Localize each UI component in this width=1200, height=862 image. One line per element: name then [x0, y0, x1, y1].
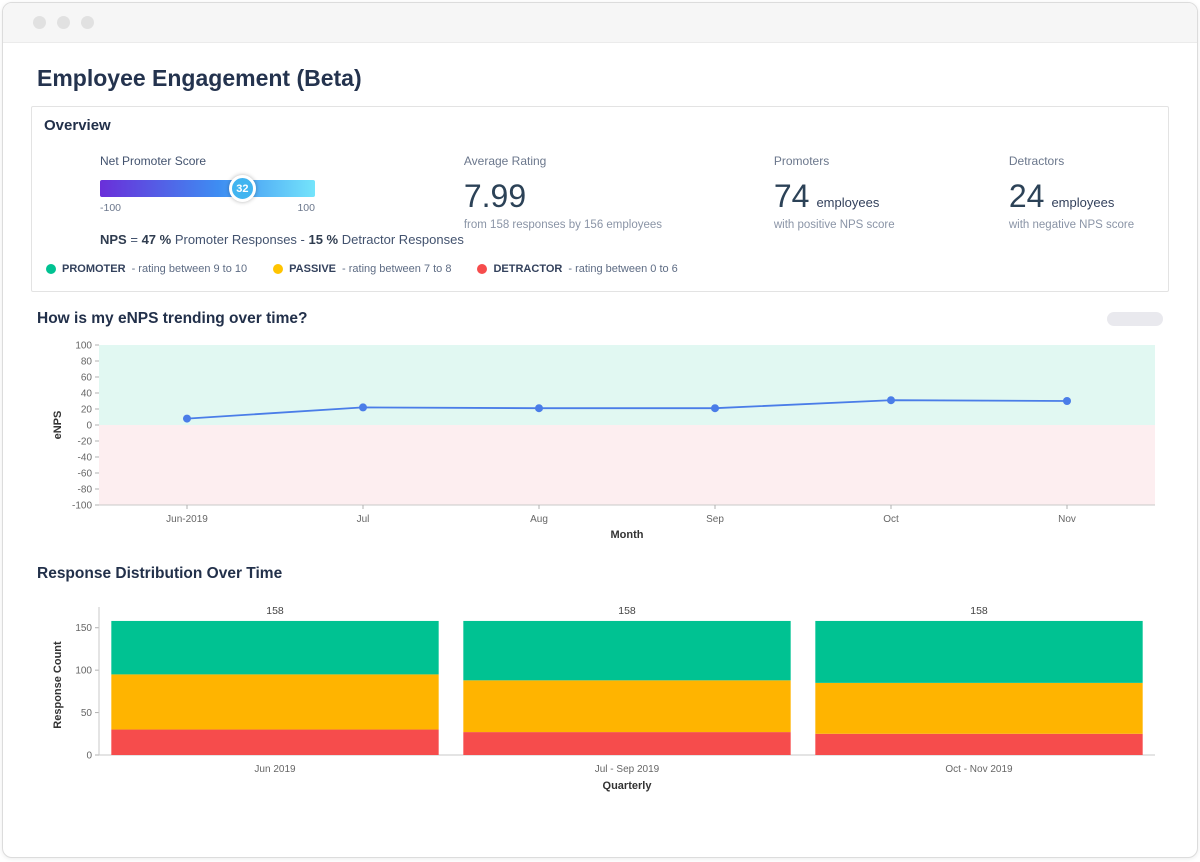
- dashboard-page: Employee Engagement (Beta) Overview Net …: [3, 43, 1197, 808]
- legend-item-detractor: DETRACTOR - rating between 0 to 6: [477, 263, 678, 275]
- svg-text:eNPS: eNPS: [52, 411, 64, 440]
- svg-text:100: 100: [75, 341, 92, 352]
- average-rating-sub: from 158 responses by 156 employees: [463, 219, 663, 231]
- svg-text:158: 158: [618, 605, 636, 617]
- detractors-stat: Detractors 24 employees with negative NP…: [1009, 154, 1156, 247]
- promoter-dot-icon: [46, 264, 56, 274]
- svg-text:60: 60: [81, 373, 93, 384]
- detractors-label: Detractors: [1008, 154, 1065, 168]
- passive-dot-icon: [273, 264, 284, 274]
- trend-section-title: How is my eNPS trending over time?: [37, 310, 308, 327]
- detractors-sub: with negative NPS score: [1008, 219, 1135, 231]
- nps-scale-max: 100: [297, 202, 315, 214]
- nps-gradient-bar: 32: [100, 175, 315, 202]
- window-control-icon[interactable]: [81, 16, 94, 29]
- overview-panel: Overview Net Promoter Score 32 -100 100 …: [31, 106, 1169, 292]
- svg-text:100: 100: [75, 666, 92, 677]
- svg-text:150: 150: [75, 623, 92, 634]
- window-control-icon[interactable]: [57, 16, 70, 29]
- svg-text:Aug: Aug: [530, 514, 548, 525]
- detractor-dot-icon: [477, 264, 488, 274]
- promoters-value: 74: [773, 178, 810, 214]
- page-title: Employee Engagement (Beta): [37, 65, 362, 91]
- window-control-icon[interactable]: [33, 16, 46, 29]
- nps-scale: -100 100: [100, 202, 315, 214]
- detractors-value-row: 24 employees: [1009, 180, 1156, 212]
- legend-item-promoter: PROMOTER - rating between 9 to 10: [46, 263, 247, 275]
- nps-label: Net Promoter Score: [100, 154, 207, 168]
- svg-text:158: 158: [970, 605, 988, 617]
- promoters-unit: employees: [816, 195, 880, 210]
- svg-text:Jul: Jul: [357, 514, 370, 525]
- promoters-value-row: 74 employees: [774, 180, 1009, 212]
- trend-period-button[interactable]: [1107, 312, 1163, 326]
- detractors-unit: employees: [1051, 195, 1115, 210]
- legend-item-passive: PASSIVE - rating between 7 to 8: [273, 263, 451, 275]
- svg-text:Oct: Oct: [883, 514, 899, 525]
- average-rating-value: 7.99: [463, 178, 527, 214]
- promoters-sub: with positive NPS score: [773, 219, 895, 231]
- svg-text:-100: -100: [72, 501, 92, 512]
- svg-text:Sep: Sep: [706, 514, 724, 525]
- svg-text:Month: Month: [611, 529, 644, 541]
- promoters-stat: Promoters 74 employees with positive NPS…: [774, 154, 1009, 247]
- svg-text:-80: -80: [78, 485, 93, 496]
- enps-trend-line-chart[interactable]: 100 80 60 40 20 0 -20 -40 -60 -80 -100 Jun-2019 Jul A…: [49, 340, 1169, 547]
- svg-text:40: 40: [81, 389, 93, 400]
- svg-text:Quarterly: Quarterly: [603, 780, 653, 792]
- overview-stats-row: Net Promoter Score 32 -100 100 NPS = 47 …: [100, 154, 1156, 247]
- nps-scale-min: -100: [100, 202, 122, 214]
- average-rating-stat: Average Rating 7.99 from 158 responses b…: [464, 154, 774, 247]
- nps-score-value: 32: [236, 182, 249, 195]
- overview-panel-title: Overview: [44, 117, 111, 134]
- svg-text:-20: -20: [78, 437, 93, 448]
- svg-text:158: 158: [266, 605, 284, 617]
- svg-text:0: 0: [86, 421, 92, 432]
- average-rating-label: Average Rating: [463, 154, 547, 168]
- svg-text:Response Count: Response Count: [52, 641, 64, 729]
- promoters-label: Promoters: [773, 154, 830, 168]
- distribution-section-title: Response Distribution Over Time: [37, 565, 283, 582]
- nps-score-badge: 32: [228, 175, 256, 202]
- svg-text:-60: -60: [78, 469, 93, 480]
- trend-section-header: How is my eNPS trending over time?: [37, 310, 1163, 328]
- detractors-value: 24: [1008, 178, 1045, 214]
- nps-legend: PROMOTER - rating between 9 to 10 PASSIV…: [46, 263, 1156, 275]
- nps-score-block: Net Promoter Score 32 -100 100 NPS = 47 …: [100, 154, 464, 247]
- response-distribution-bar-chart[interactable]: 0 50 100 150 158 Jun 2019 158 Jul - Sep 2019 158…: [49, 595, 1169, 808]
- svg-text:80: 80: [81, 357, 93, 368]
- nps-formula: NPS = 47 % Promoter Responses - 15 % Det…: [100, 232, 464, 247]
- distribution-section-header: Response Distribution Over Time: [37, 565, 1163, 583]
- app-window: Employee Engagement (Beta) Overview Net …: [2, 2, 1198, 858]
- svg-text:20: 20: [81, 405, 93, 416]
- svg-text:0: 0: [86, 751, 92, 762]
- svg-text:Oct - Nov 2019: Oct - Nov 2019: [945, 764, 1013, 775]
- svg-text:-40: -40: [78, 453, 93, 464]
- svg-text:Jun-2019: Jun-2019: [166, 514, 208, 525]
- svg-text:Jul - Sep 2019: Jul - Sep 2019: [595, 764, 660, 775]
- svg-text:Jun 2019: Jun 2019: [254, 764, 296, 775]
- window-titlebar: [3, 3, 1197, 43]
- svg-text:Nov: Nov: [1058, 514, 1076, 525]
- svg-text:50: 50: [81, 708, 93, 719]
